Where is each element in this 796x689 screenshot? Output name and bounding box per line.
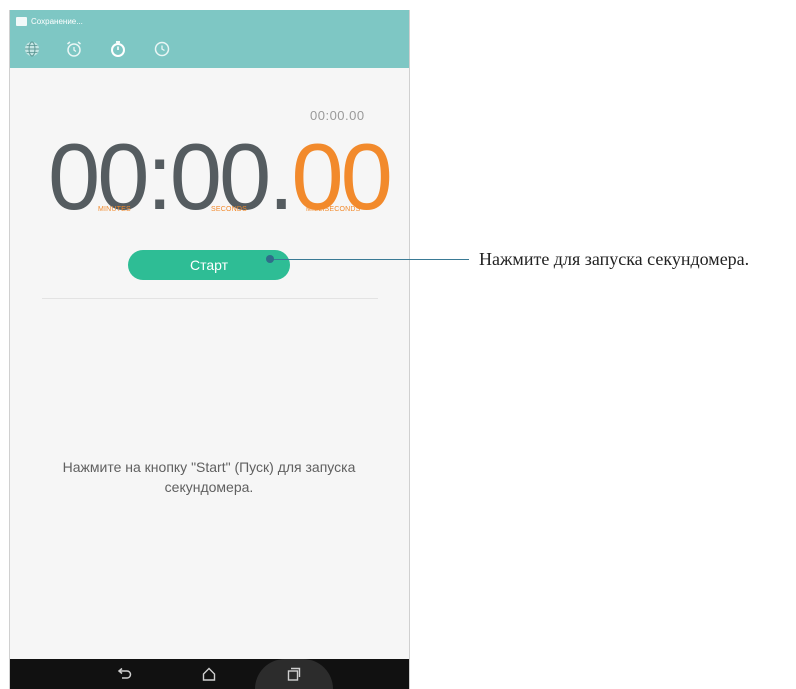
tab-stopwatch[interactable] [106, 37, 130, 61]
lap-time: 00:00.00 [310, 108, 365, 123]
callout-line [270, 259, 469, 260]
tab-world-clock[interactable] [20, 37, 44, 61]
back-icon [117, 667, 132, 679]
milliseconds-value: 00 [291, 124, 393, 229]
recent-apps-icon [287, 667, 301, 681]
tab-alarm[interactable] [62, 37, 86, 61]
app-header: Сохранение... [10, 10, 409, 68]
start-button[interactable]: Старт [128, 250, 290, 280]
globe-icon [25, 41, 39, 57]
sd-card-icon [16, 16, 27, 26]
phone-screen: Сохранение... 00:00.00 00:00.00 MINUTES … [9, 10, 410, 689]
alarm-clock-icon [67, 41, 81, 57]
callout-text: Нажмите для запуска секундомера. [479, 249, 750, 269]
divider [42, 298, 378, 299]
seconds-label: SECONDS [211, 206, 248, 213]
back-button[interactable] [109, 663, 139, 685]
stopwatch-icon [111, 41, 125, 57]
minutes-label: MINUTES [98, 206, 131, 213]
callout-dot [266, 255, 274, 263]
home-icon [202, 667, 216, 681]
recent-apps-button[interactable] [279, 663, 309, 685]
navigation-bar [10, 659, 409, 689]
stopwatch-panel: 00:00.00 00:00.00 MINUTES SECONDS MILLIS… [10, 68, 409, 659]
minutes-value: 00 [48, 124, 150, 229]
tab-timer[interactable] [150, 37, 174, 61]
seconds-value: 00 [169, 124, 272, 229]
tab-bar [10, 34, 409, 64]
timer-icon [154, 41, 170, 57]
home-button[interactable] [194, 663, 224, 685]
hint-text: Нажмите на кнопку "Start" (Пуск) для зап… [62, 459, 356, 495]
milliseconds-label: MILLISECONDS [306, 206, 361, 213]
status-bar: Сохранение... [16, 14, 83, 28]
status-notification: Сохранение... [31, 16, 83, 26]
